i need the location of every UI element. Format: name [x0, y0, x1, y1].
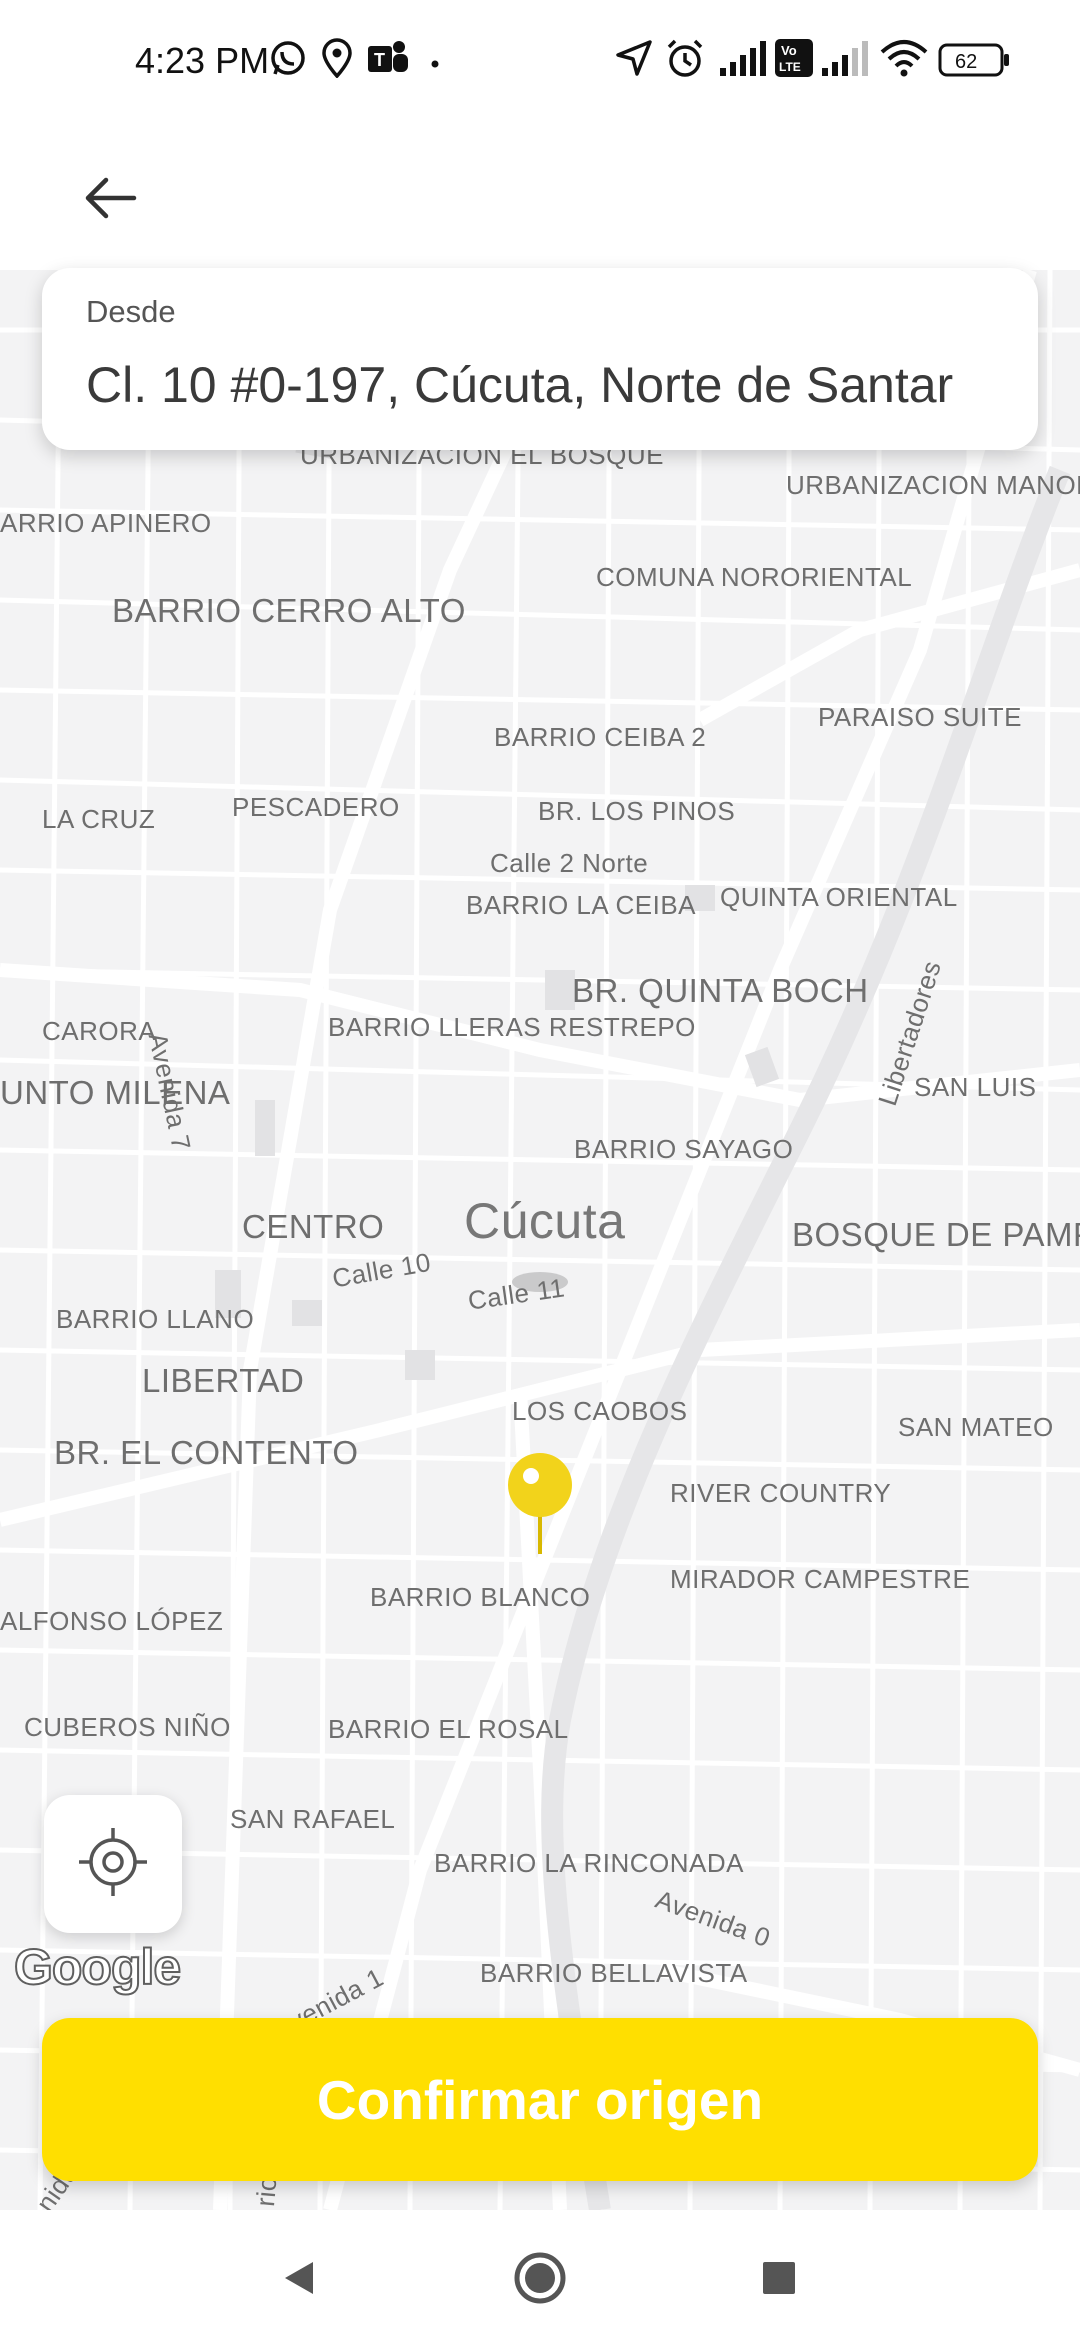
whatsapp-icon: [268, 38, 308, 83]
map-label: PARAISO SUITE: [818, 702, 1022, 732]
map-label: PESCADERO: [232, 792, 400, 822]
map-label: SAN RAFAEL: [230, 1804, 396, 1834]
nav-recents-button[interactable]: [744, 2245, 814, 2315]
map-label: SAN LUIS: [914, 1072, 1037, 1102]
svg-text:Vo: Vo: [781, 43, 797, 58]
battery-level: 62: [955, 51, 977, 73]
map-label: BARRIO CERRO ALTO: [112, 592, 466, 629]
map-label: BARRIO LA RINCONADA: [434, 1848, 745, 1878]
map-label: SAN MATEO: [898, 1412, 1054, 1442]
map-label: BR. QUINTA BOCH: [572, 972, 869, 1009]
map-label: BARRIO CEIBA 2: [494, 722, 707, 752]
map-label: CUBEROS NIÑO: [24, 1712, 231, 1742]
nav-home-button[interactable]: [505, 2245, 575, 2315]
map-label: BARRIO LA CEIBA: [466, 890, 697, 920]
map-label: LA CRUZ: [42, 804, 156, 834]
map-label: URBANIZACION MANOLO LEMUS: [786, 470, 1080, 500]
map-label: COMUNA NORORIENTAL: [596, 562, 913, 592]
battery-icon: 62: [938, 42, 1012, 83]
dot-icon: [430, 56, 440, 74]
back-button[interactable]: [70, 160, 150, 240]
nav-home-icon: [512, 2250, 568, 2311]
my-location-button[interactable]: [44, 1795, 182, 1933]
map-label: MIRADOR CAMPESTRE: [670, 1564, 971, 1594]
signal-icon: [718, 38, 770, 83]
back-arrow-icon: [82, 174, 138, 227]
volte-icon: Vo LTE: [774, 38, 814, 83]
navigation-arrow-icon: [614, 38, 654, 83]
nav-back-button[interactable]: [264, 2245, 334, 2315]
nav-recents-icon: [761, 2260, 797, 2301]
map-label: BOSQUE DE PAMPLONITA: [792, 1216, 1080, 1253]
map-label: BARRIO BLANCO: [370, 1582, 591, 1612]
confirm-origin-button[interactable]: Confirmar origen: [42, 2018, 1038, 2181]
map-label: BARRIO LLERAS RESTREPO: [328, 1012, 696, 1042]
map-label: CARORA: [42, 1016, 157, 1046]
map-label: LOS CAOBOS: [512, 1396, 688, 1426]
origin-card[interactable]: Desde: [42, 268, 1038, 450]
nav-back-icon: [279, 2258, 319, 2303]
status-bar: 4:23 PM T Vo LTE 62: [0, 0, 1080, 120]
signal-icon: [820, 38, 872, 83]
svg-text:LTE: LTE: [779, 60, 801, 74]
map-label: BR. EL CONTENTO: [54, 1434, 359, 1471]
origin-label: Desde: [86, 294, 176, 329]
map-label: BARRIO BELLAVISTA: [480, 1958, 748, 1988]
map-label: RIVER COUNTRY: [670, 1478, 892, 1508]
location-pin-icon: [320, 38, 354, 83]
map-label: BR. LOS PINOS: [538, 796, 736, 826]
map-label: ALFONSO LÓPEZ: [0, 1606, 224, 1636]
top-bar: [0, 120, 1080, 270]
map-label: Calle 2 Norte: [490, 848, 649, 878]
alarm-icon: [664, 38, 706, 85]
wifi-icon: [880, 38, 928, 83]
map-city-label: Cúcuta: [464, 1193, 626, 1249]
map-label: UNTO MILENA: [0, 1074, 231, 1111]
map-label: QUINTA ORIENTAL: [720, 882, 958, 912]
teams-icon: T: [366, 38, 410, 83]
map-label: ARRIO APINERO: [0, 508, 212, 538]
google-attribution: Google: [13, 1938, 182, 1996]
svg-text:T: T: [374, 50, 385, 70]
map-label: BARRIO SAYAGO: [574, 1134, 794, 1164]
navigation-bar: [0, 2210, 1080, 2340]
map-label: CENTRO: [242, 1208, 385, 1245]
map-label: BARRIO EL ROSAL: [328, 1714, 569, 1744]
origin-address-field[interactable]: [86, 350, 1006, 420]
map-label: BARRIO LLANO: [56, 1304, 255, 1334]
status-time: 4:23 PM: [135, 40, 270, 81]
map-label: LIBERTAD: [142, 1362, 305, 1399]
my-location-icon: [75, 1824, 151, 1905]
